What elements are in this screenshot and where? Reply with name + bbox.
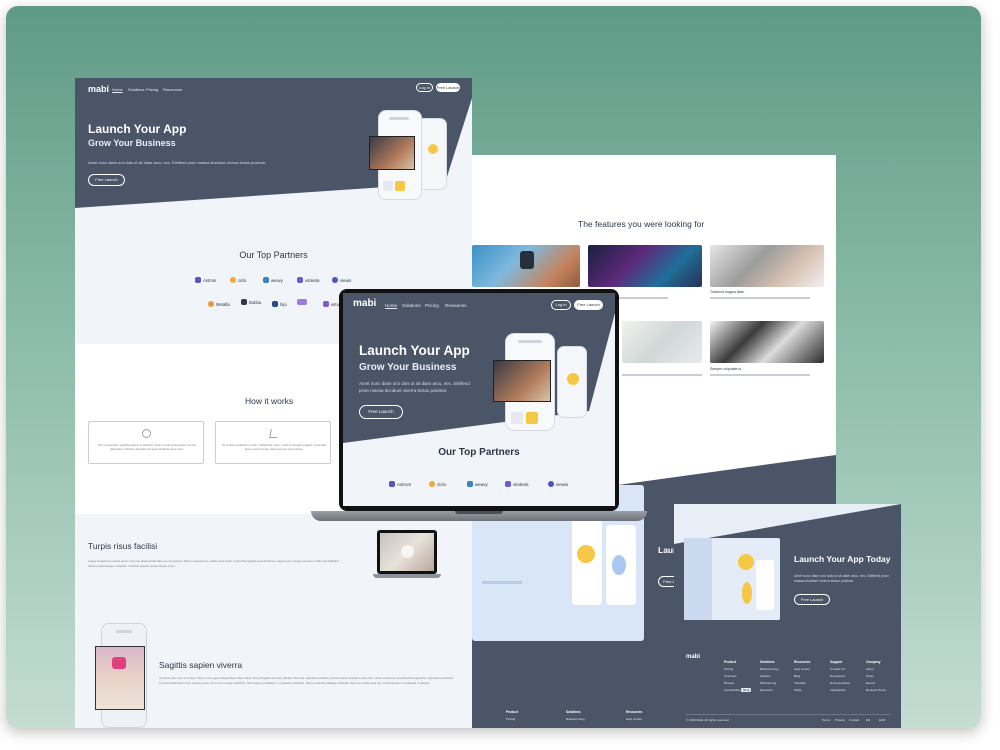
cursor-icon (269, 429, 279, 438)
laptop-partner-vitoketa: vitoketa (505, 481, 529, 487)
partner-astrom: Astrom (195, 277, 216, 283)
free-launch-nav-button[interactable]: Free Launch (436, 83, 460, 92)
timer-icon (142, 429, 151, 438)
laptop-accent-dot (567, 373, 579, 385)
showcase-frame: mabi Home Solutions Pricing Resources Lo… (6, 6, 981, 728)
laptop-hero-photo (493, 360, 551, 402)
play-icon[interactable] (401, 545, 414, 558)
feature-card-title-a: Tincidunt magna diam (710, 290, 745, 294)
partner-viewis: viewis (332, 277, 351, 283)
laptop-notch (455, 511, 503, 514)
laptop-nav-pricing[interactable]: Pricing (425, 303, 439, 308)
feature-card-text-b (710, 374, 810, 376)
footer-col-resources: Resources Help Center Blog Tutorials FAQ… (794, 660, 811, 692)
feature-card-title-b: Semper vulputate ut (710, 367, 742, 371)
brand-logo[interactable]: mabi (88, 84, 109, 94)
left-footer-col-3: Resources Help Center (626, 710, 643, 721)
laptop-hero-subtitle: Grow Your Business (359, 362, 457, 373)
laptop-partner-ciclo: ciclo (429, 481, 446, 487)
feature-img-desk (710, 321, 824, 363)
laptop-hero-title: Launch Your App (359, 343, 470, 358)
feature-img-code (588, 245, 702, 287)
footer-copyright: © 2023 Mabi. All rights reserved. (686, 718, 730, 722)
laptop-brand[interactable]: mabi (353, 298, 376, 309)
partner-vitoketa: vitoketa (297, 277, 319, 283)
how-card-1: Dui consectetur gravida platea ut bibulu… (88, 421, 204, 464)
nav-solutions[interactable]: Solutions (128, 87, 144, 92)
partners-title: Our Top Partners (239, 250, 308, 260)
footer-col-support: Support Contact Us Developers Documentat… (830, 660, 851, 692)
footer-dashboard-mockup (684, 538, 780, 620)
laptop-mockup: mabi Home Solutions Pricing Resources Lo… (305, 289, 653, 529)
hero-subtitle: Grow Your Business (88, 138, 176, 148)
nav-resources[interactable]: Resources (163, 87, 182, 92)
footer-col-company: Company About Press Events Request Demo (866, 660, 887, 692)
left-footer-col-1: Product Pricing (506, 710, 519, 721)
laptop-nav-solutions[interactable]: Solutions (402, 303, 421, 308)
laptop-screen: mabi Home Solutions Pricing Resources Lo… (343, 293, 615, 506)
feature-img-laptop (710, 245, 824, 287)
footer-contact-link[interactable]: Contact (849, 717, 859, 724)
nav-pricing[interactable]: Pricing (146, 87, 158, 92)
partner-bubba: Bubba (241, 299, 261, 305)
launch-today-body: Amet nunc diam orci duis ut sit diam arc… (794, 574, 889, 583)
login-button[interactable]: Log in (416, 83, 433, 92)
feature2-body: Ut turpis quis nisl, id tempor. Diam, er… (159, 676, 454, 685)
footer-col-product: Product Pricing Overview Browse Accessib… (724, 660, 752, 692)
how-card-1-text: Dui consectetur gravida platea ut bibulu… (98, 443, 196, 451)
laptop-nav-home[interactable]: Home (385, 303, 397, 308)
feature1-body: Augue feugiat fis massa amet. Id purus a… (88, 559, 339, 568)
hero-photo (369, 136, 415, 170)
footer-terms-link[interactable]: Terms (822, 717, 830, 724)
footer-col-solutions: Solutions Brainstorming Ideation Wirefra… (760, 660, 779, 692)
currency-selector[interactable]: EUR (879, 717, 885, 724)
footer-privacy-link[interactable]: Privacy (835, 717, 845, 724)
laptop-video-mockup (373, 530, 441, 580)
how-title: How it works (245, 396, 294, 406)
launch-today-button[interactable]: Free Launch (794, 594, 830, 605)
language-selector[interactable]: EN (866, 717, 870, 724)
hero-title: Launch Your App (88, 122, 187, 136)
laptop-partner-viewis: viewis (548, 481, 568, 487)
laptop-free-launch-button[interactable]: Free Launch (574, 300, 603, 310)
feature1-title: Turpis risus facilisi (88, 541, 158, 551)
features-title: The features you were looking for (578, 219, 705, 229)
feature2-title: Sagittis sapien viverra (159, 660, 243, 670)
partner-hipi: hipi (272, 301, 287, 307)
laptop-login-button[interactable]: Log in (551, 300, 571, 310)
laptop-partner-astrom: Astrom (389, 481, 411, 487)
laptop-nav-resources[interactable]: Resources (445, 303, 467, 308)
laptop-hero-cta[interactable]: Free Launch (359, 405, 403, 419)
left-footer-col-2: Solutions Brainstorming (566, 710, 585, 721)
partner-metallix: Metallix (208, 301, 230, 307)
feature-card-text-a (710, 297, 810, 299)
laptop-hero-body: Amet nunc diam orci duis ut sit diam arc… (359, 381, 470, 393)
nav-home[interactable]: Home (112, 87, 123, 92)
laptop-partners-title: Our Top Partners (438, 447, 520, 458)
partner-weavy: weavy (263, 277, 283, 283)
partner-ciclo: ciclo (230, 277, 246, 283)
feature-img-watch (472, 245, 580, 287)
launch-today-title: Launch Your App Today (794, 554, 891, 564)
left-footer-strip: Product Pricing Solutions Brainstorming Re… (472, 706, 672, 728)
hero-cta-button[interactable]: Free Launch (88, 174, 125, 186)
footer-brand: mabi (686, 654, 701, 660)
hero-body: Amet nunc diam orci duis ut sit diam arc… (88, 160, 267, 165)
beta-badge: Beta (741, 688, 752, 692)
hero-accent-dot (428, 144, 438, 154)
feature2-photo (95, 646, 145, 710)
laptop-partner-weavy: weavy (467, 481, 488, 487)
footer-page: Launch Your App Today Amet nunc diam orc… (674, 504, 901, 728)
